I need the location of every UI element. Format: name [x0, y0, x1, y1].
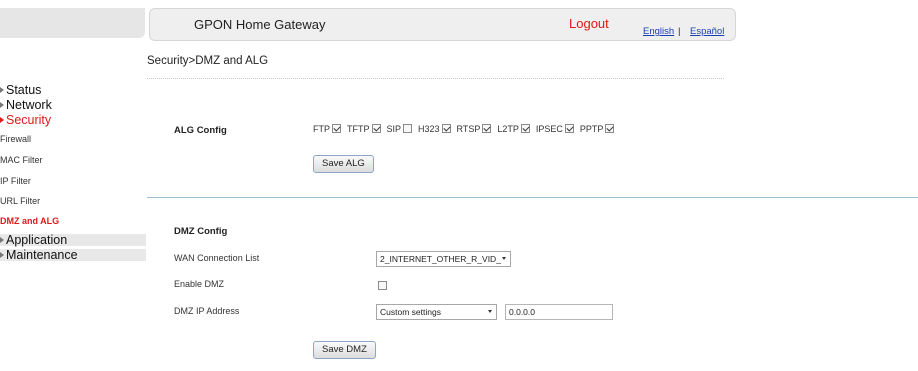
alg-checkbox-tftp[interactable] — [371, 124, 381, 134]
alg-option-sip[interactable]: SIP — [387, 124, 413, 134]
alg-option-label: TFTP — [347, 124, 370, 134]
sidebar-item-label: Status — [6, 83, 42, 97]
alg-option-label: FTP — [313, 124, 330, 134]
sidebar-item-network[interactable]: Network — [0, 99, 146, 111]
sidebar-item-url-filter[interactable]: URL Filter — [0, 196, 40, 206]
wan-connection-select[interactable]: 2_INTERNET_OTHER_R_VID_ — [376, 251, 511, 267]
wan-connection-value: 2_INTERNET_OTHER_R_VID_ — [380, 254, 501, 264]
logout-link[interactable]: Logout — [569, 16, 609, 31]
sidebar-item-ip-filter[interactable]: IP Filter — [0, 176, 31, 186]
alg-option-label: SIP — [386, 124, 402, 134]
english-link[interactable]: English — [643, 26, 674, 37]
alg-option-rtsp[interactable]: RTSP — [457, 124, 492, 134]
alg-option-label: IPSEC — [535, 124, 563, 134]
alg-option-pptp[interactable]: PPTP — [580, 124, 615, 134]
alg-checkbox-h323[interactable] — [441, 124, 451, 134]
sidebar-item-status[interactable]: Status — [0, 84, 146, 96]
alg-option-label: H323 — [418, 124, 440, 134]
save-dmz-button[interactable]: Save DMZ — [313, 341, 376, 359]
sidebar-item-label: Security — [6, 113, 52, 127]
expand-arrow-icon — [0, 237, 4, 244]
expand-arrow-icon — [0, 252, 4, 259]
alg-option-tftp[interactable]: TFTP — [347, 124, 381, 134]
chevron-down-icon — [502, 257, 506, 260]
header-bar: GPON Home Gateway Logout English | Españ… — [149, 8, 736, 41]
dmz-ip-input[interactable] — [505, 304, 613, 320]
alg-option-label: L2TP — [497, 124, 519, 134]
dmz-ip-mode-select[interactable]: Custom settings — [376, 304, 497, 320]
alg-option-label: RTSP — [456, 124, 481, 134]
sidebar-item-maintenance[interactable]: Maintenance — [0, 249, 146, 261]
breadcrumb: Security>DMZ and ALG — [147, 55, 269, 67]
header-left-panel — [0, 8, 145, 38]
sidebar-nav: Status Network Security Firewall MAC Fil… — [0, 80, 146, 264]
alg-option-l2tp[interactable]: L2TP — [497, 124, 530, 134]
breadcrumb-divider — [147, 78, 724, 79]
sidebar-item-security[interactable]: Security — [0, 114, 146, 126]
dmz-ip-mode-value: Custom settings — [380, 307, 441, 317]
wan-connection-label: WAN Connection List — [174, 253, 260, 263]
dmz-ip-label: DMZ IP Address — [174, 306, 240, 316]
alg-checkbox-ipsec[interactable] — [564, 124, 574, 134]
enable-dmz-label: Enable DMZ — [174, 279, 225, 289]
sidebar-item-label: Application — [6, 233, 68, 247]
sidebar-item-label: Maintenance — [6, 248, 78, 262]
save-alg-button[interactable]: Save ALG — [313, 155, 374, 173]
dmz-config-title: DMZ Config — [174, 226, 228, 237]
alg-checkbox-l2tp[interactable] — [520, 124, 530, 134]
chevron-down-icon — [488, 310, 492, 313]
sidebar-item-dmz-and-alg[interactable]: DMZ and ALG — [0, 216, 59, 226]
app-title: GPON Home Gateway — [194, 17, 326, 32]
sidebar-item-label: Network — [6, 98, 52, 112]
alg-option-ipsec[interactable]: IPSEC — [536, 124, 574, 134]
spanish-link[interactable]: Español — [690, 26, 724, 37]
alg-protocol-list: FTP TFTP SIP H323 RTSP L2TP IPSEC PPTP — [313, 124, 620, 134]
alg-checkbox-ftp[interactable] — [332, 124, 341, 134]
alg-checkbox-sip[interactable] — [403, 124, 413, 134]
lang-separator: | — [678, 26, 681, 37]
alg-checkbox-rtsp[interactable] — [482, 124, 492, 134]
alg-option-h323[interactable]: H323 — [418, 124, 451, 134]
alg-option-label: PPTP — [579, 124, 604, 134]
sidebar-item-application[interactable]: Application — [0, 234, 146, 246]
enable-dmz-checkbox[interactable] — [378, 281, 387, 290]
expand-arrow-icon — [0, 102, 4, 109]
expand-arrow-icon — [0, 117, 4, 124]
expand-arrow-icon — [0, 87, 4, 94]
alg-checkbox-pptp[interactable] — [605, 124, 615, 134]
sidebar-item-mac-filter[interactable]: MAC Filter — [0, 155, 43, 165]
alg-config-title: ALG Config — [174, 125, 227, 136]
sidebar-item-firewall[interactable]: Firewall — [0, 134, 31, 144]
section-divider — [147, 197, 918, 198]
alg-option-ftp[interactable]: FTP — [313, 124, 341, 134]
